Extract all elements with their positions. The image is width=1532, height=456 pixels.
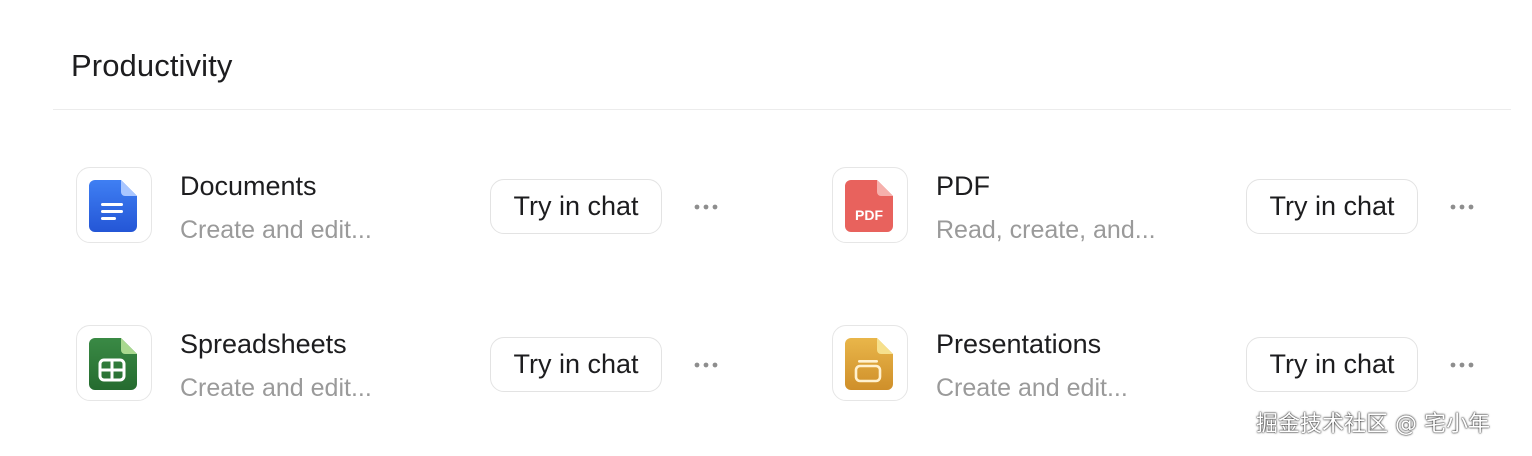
try-in-chat-button[interactable]: Try in chat	[490, 337, 662, 392]
try-in-chat-button[interactable]: Try in chat	[1246, 179, 1418, 234]
app-card-spreadsheets[interactable]: Spreadsheets Create and edit... Try in c…	[76, 325, 776, 409]
card-title: Documents	[180, 171, 317, 201]
more-options-button[interactable]	[682, 347, 730, 383]
spreadsheet-icon	[89, 338, 137, 390]
more-options-button[interactable]	[1438, 347, 1486, 383]
ellipsis-icon	[694, 362, 718, 368]
pdf-icon-text: PDF	[855, 207, 883, 223]
section-title: Productivity	[71, 48, 233, 83]
card-description: Read, create, and...	[936, 216, 1156, 244]
card-description: Create and edit...	[180, 216, 372, 244]
app-card-documents[interactable]: Documents Create and edit... Try in chat	[76, 167, 776, 251]
card-description: Create and edit...	[180, 374, 372, 402]
card-title: PDF	[936, 171, 990, 201]
spreadsheets-icon-tile	[76, 325, 152, 401]
section-divider	[53, 109, 1511, 110]
try-in-chat-button[interactable]: Try in chat	[490, 179, 662, 234]
more-options-button[interactable]	[1438, 189, 1486, 225]
ellipsis-icon	[694, 204, 718, 210]
watermark-text: 掘金技术社区 @ 宅小年	[1256, 412, 1490, 437]
ellipsis-icon	[1450, 362, 1474, 368]
card-title: Spreadsheets	[180, 329, 347, 359]
app-card-pdf[interactable]: PDF PDF Read, create, and... Try in chat	[832, 167, 1532, 251]
pdf-icon-tile: PDF	[832, 167, 908, 243]
presentations-icon-tile	[832, 325, 908, 401]
more-options-button[interactable]	[682, 189, 730, 225]
card-title: Presentations	[936, 329, 1102, 359]
documents-icon	[89, 180, 137, 232]
pdf-icon: PDF	[845, 180, 893, 232]
documents-icon-tile	[76, 167, 152, 243]
try-in-chat-button[interactable]: Try in chat	[1246, 337, 1418, 392]
presentation-icon	[845, 338, 893, 390]
ellipsis-icon	[1450, 204, 1474, 210]
card-description: Create and edit...	[936, 374, 1128, 402]
app-card-presentations[interactable]: Presentations Create and edit... Try in …	[832, 325, 1532, 409]
